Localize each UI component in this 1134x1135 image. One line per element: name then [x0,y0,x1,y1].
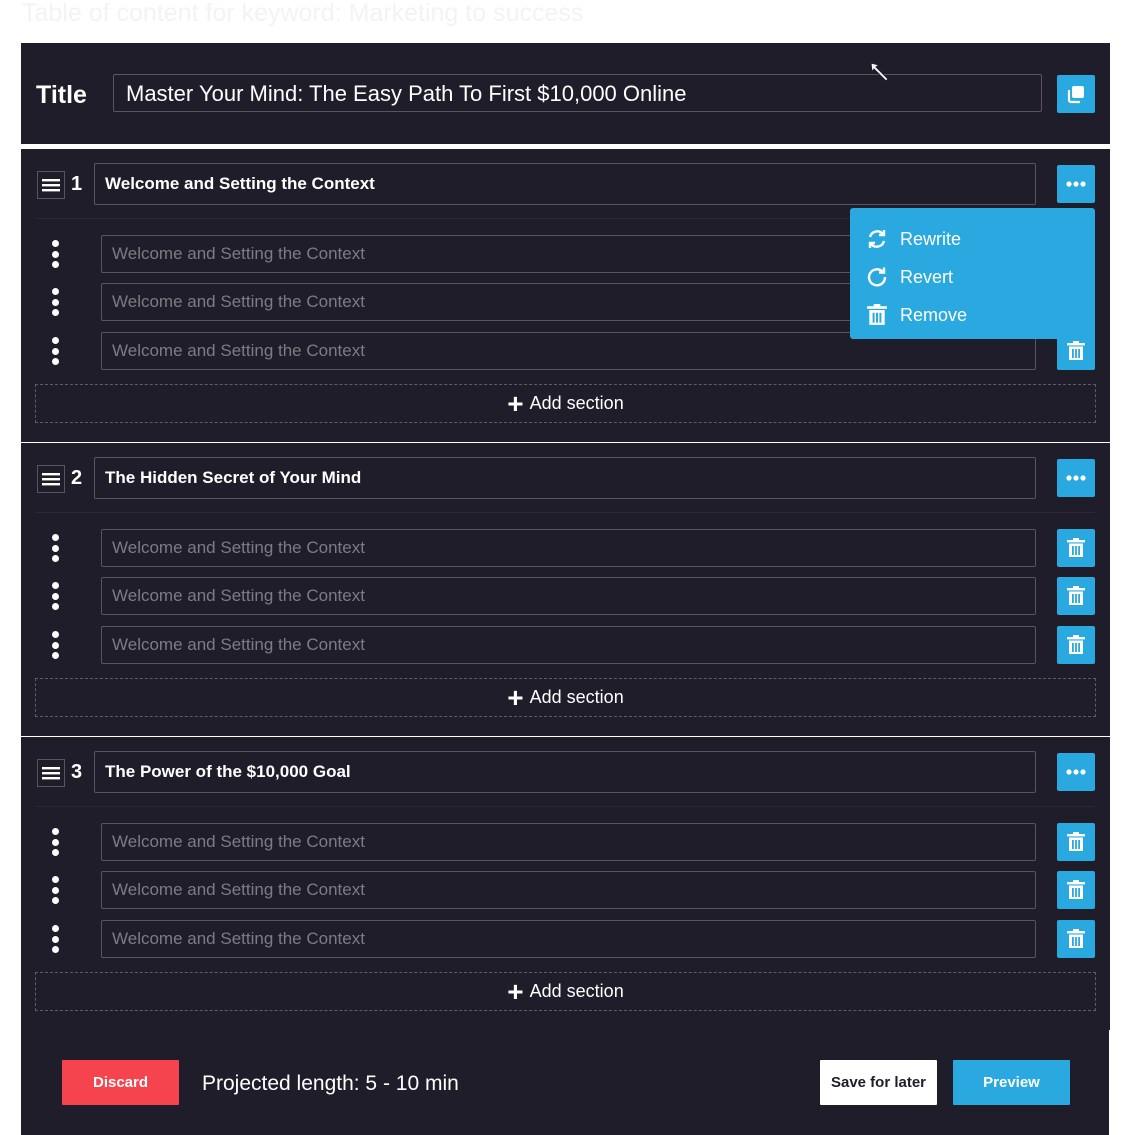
trash-icon [1067,880,1085,899]
delete-section-button[interactable] [1057,626,1095,664]
trash-icon [1067,832,1085,851]
ellipsis-icon [1066,181,1086,187]
add-section-label: Add section [529,981,624,1001]
section-input[interactable]: Welcome and Setting the Context [101,871,1036,909]
page-heading: Table of content for keyword: Marketing … [22,0,584,27]
drag-handle-icon[interactable] [47,925,63,953]
trash-icon [1067,586,1085,605]
section-input[interactable]: Welcome and Setting the Context [101,577,1036,615]
plus-icon: + [507,975,524,1007]
divider [36,806,1095,807]
menu-item-label: Remove [900,304,968,325]
chapter-menu-button[interactable] [37,759,65,787]
chapter-menu-button[interactable] [37,171,65,199]
mouse-cursor-icon [870,62,889,82]
chapter-number: 3 [71,761,83,783]
menu-item-revert[interactable]: Revert [850,258,1095,296]
save-for-later-button[interactable]: Save for later [820,1060,937,1105]
hamburger-icon [42,473,60,486]
chapter-number: 1 [71,173,83,195]
projected-length: Projected length: 5 - 10 min [202,1072,459,1095]
chapter-card: 3 The Power of the $10,000 Goal Welcome … [21,737,1110,1030]
drag-handle-icon[interactable] [47,631,63,659]
section-input[interactable]: Welcome and Setting the Context [101,529,1036,567]
drag-handle-icon[interactable] [47,288,63,316]
menu-item-label: Rewrite [900,228,962,249]
footer-bar: Discard Projected length: 5 - 10 min Sav… [21,1030,1109,1135]
section-row: Welcome and Setting the Context [21,529,1110,567]
rewrite-icon [868,230,886,248]
more-options-button[interactable] [1057,753,1095,791]
drag-handle-icon[interactable] [47,534,63,562]
more-options-button[interactable] [1057,459,1095,497]
drag-handle-icon[interactable] [47,876,63,904]
add-section-label: Add section [529,687,624,707]
revert-icon [867,267,887,287]
delete-section-button[interactable] [1057,823,1095,861]
section-row: Welcome and Setting the Context [21,577,1110,615]
options-dropdown-menu: Rewrite Revert Remove [850,208,1095,339]
title-input[interactable]: Master Your Mind: The Easy Path To First… [113,74,1042,112]
chapter-title-input[interactable]: The Power of the $10,000 Goal [94,751,1036,793]
chapter-title-input[interactable]: The Hidden Secret of Your Mind [94,457,1036,499]
drag-handle-icon[interactable] [47,240,63,268]
chapter-title-input[interactable]: Welcome and Setting the Context [94,163,1036,205]
menu-item-remove[interactable]: Remove [850,296,1095,334]
copy-button[interactable] [1057,75,1095,113]
trash-icon [867,304,887,325]
menu-item-label: Revert [900,266,954,287]
section-row: Welcome and Setting the Context [21,920,1110,958]
delete-section-button[interactable] [1057,577,1095,615]
chapter-card: 2 The Hidden Secret of Your Mind Welcome… [21,443,1110,736]
preview-button[interactable]: Preview [953,1060,1070,1105]
drag-handle-icon[interactable] [47,582,63,610]
more-options-button[interactable] [1057,165,1095,203]
section-input[interactable]: Welcome and Setting the Context [101,823,1036,861]
add-section-button[interactable]: + Add section [35,384,1096,423]
hamburger-icon [42,179,60,192]
plus-icon: + [507,681,524,713]
section-input[interactable]: Welcome and Setting the Context [101,626,1036,664]
title-panel: Title Master Your Mind: The Easy Path To… [21,43,1110,144]
menu-item-rewrite[interactable]: Rewrite [850,220,1095,258]
section-row: Welcome and Setting the Context [21,823,1110,861]
hamburger-icon [42,767,60,780]
discard-button[interactable]: Discard [62,1060,179,1105]
plus-icon: + [507,387,524,419]
section-row: Welcome and Setting the Context [21,626,1110,664]
delete-section-button[interactable] [1057,920,1095,958]
section-row: Welcome and Setting the Context [21,871,1110,909]
chapter-number: 2 [71,467,83,489]
copy-icon [1067,86,1084,104]
divider [36,512,1095,513]
add-section-button[interactable]: + Add section [35,972,1096,1011]
trash-icon [1067,929,1085,948]
trash-icon [1067,341,1085,360]
trash-icon [1067,635,1085,654]
section-input[interactable]: Welcome and Setting the Context [101,920,1036,958]
title-label: Title [36,81,87,109]
ellipsis-icon [1066,769,1086,775]
delete-section-button[interactable] [1057,529,1095,567]
add-section-label: Add section [529,393,624,413]
drag-handle-icon[interactable] [47,828,63,856]
drag-handle-icon[interactable] [47,337,63,365]
add-section-button[interactable]: + Add section [35,678,1096,717]
ellipsis-icon [1066,475,1086,481]
trash-icon [1067,538,1085,557]
chapter-menu-button[interactable] [37,465,65,493]
delete-section-button[interactable] [1057,871,1095,909]
